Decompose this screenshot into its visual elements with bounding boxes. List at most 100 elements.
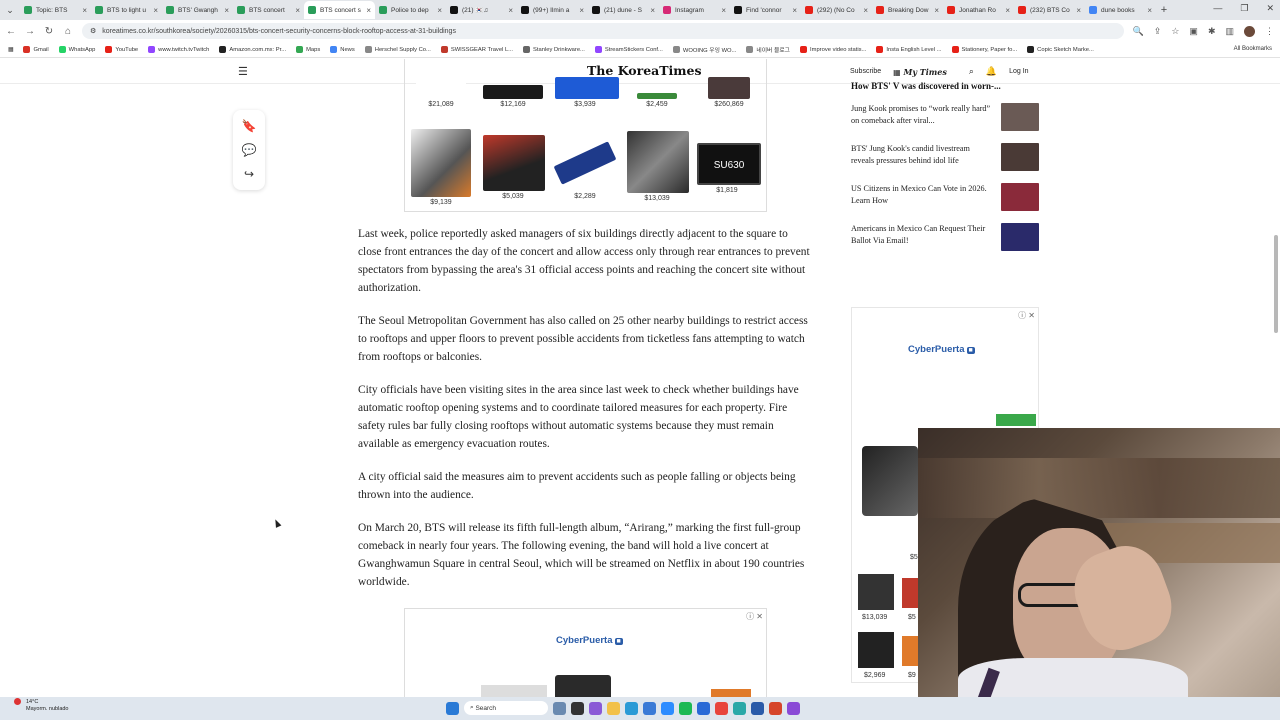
store-icon[interactable] [643, 701, 656, 715]
file-explorer-icon[interactable] [607, 701, 620, 715]
back-icon[interactable]: ← [6, 26, 16, 37]
bookmark-item[interactable]: Copic Sketch Marke... [1027, 46, 1094, 53]
bookmark-item[interactable]: Amazon.com.mx: Pr... [219, 46, 286, 53]
browser-tab[interactable]: Police to dep × [375, 1, 446, 19]
bottom-ad[interactable]: ⓘ ✕ CyberPuerta ■ [404, 608, 767, 697]
subscribe-link[interactable]: Subscribe [850, 68, 881, 75]
reload-icon[interactable]: ↻ [44, 26, 54, 37]
hamburger-menu-icon[interactable]: ☰ [238, 65, 248, 78]
rail-item[interactable]: BTS' Jung Kook's candid livestream revea… [851, 143, 1039, 171]
browser-tab[interactable]: Topic: BTS × [20, 1, 91, 19]
bookmark-item[interactable]: www.twitch.tvTwitch [148, 46, 209, 53]
ad-close-icon[interactable]: ⓘ ✕ [746, 611, 763, 622]
app-icon[interactable] [787, 701, 800, 715]
menu-icon[interactable]: ⋮ [1265, 26, 1274, 37]
minimize-icon[interactable]: — [1213, 3, 1222, 14]
rail-item[interactable]: US Citizens in Mexico Can Vote in 2026. … [851, 183, 1039, 211]
tab-close-icon[interactable]: × [579, 6, 584, 15]
tab-close-icon[interactable]: × [508, 6, 513, 15]
apps-icon[interactable]: ▦ [8, 47, 13, 53]
rail-item[interactable]: Jung Kook promises to “work really hard”… [851, 103, 1039, 131]
zoom-app-icon[interactable] [661, 701, 674, 715]
rail-item[interactable]: Americans in Mexico Can Request Their Ba… [851, 223, 1039, 251]
zoom-icon[interactable]: 🔍 [1133, 26, 1144, 37]
chrome-icon[interactable] [715, 701, 728, 715]
tab-close-icon[interactable]: × [934, 6, 939, 15]
tab-close-icon[interactable]: × [1076, 6, 1081, 15]
mytimes-link[interactable]: ▦ My Times [893, 67, 947, 77]
bookmark-item[interactable]: Insta English Level ... [876, 46, 942, 53]
browser-tab[interactable]: BTS' Gwangh × [162, 1, 233, 19]
tab-close-icon[interactable]: × [721, 6, 726, 15]
bookmark-item[interactable]: Maps [296, 46, 320, 53]
home-icon[interactable]: ⌂ [63, 26, 73, 37]
site-info-icon[interactable]: ⚙ [90, 27, 96, 35]
tab-close-icon[interactable]: × [1147, 6, 1152, 15]
browser-tab[interactable]: BTS concert × [233, 1, 304, 19]
ad-close-icon[interactable]: ⓘ ✕ [1018, 310, 1035, 321]
copilot-icon[interactable] [589, 701, 602, 715]
app-icon[interactable] [751, 701, 764, 715]
taskbar-search[interactable]: ⌕ Search [464, 701, 548, 715]
bookmark-item[interactable]: Improve video statis... [800, 46, 866, 53]
bookmark-item[interactable]: Herschel Supply Co... [364, 46, 431, 53]
product-ad-grid[interactable]: $21,089 $12,169 $3,939 $2,459 $260,869 $… [404, 59, 767, 212]
bookmark-icon[interactable]: 🔖 [242, 119, 257, 133]
tab-close-icon[interactable]: × [437, 6, 442, 15]
browser-tab[interactable]: Jonathan Ro × [943, 1, 1014, 19]
browser-tab[interactable]: Breaking Dow × [872, 1, 943, 19]
bookmark-item[interactable]: YouTube [105, 46, 138, 53]
profile-avatar[interactable] [1244, 25, 1255, 37]
tab-close-icon[interactable]: × [863, 6, 868, 15]
bookmark-item[interactable]: Stationery, Paper fo... [951, 46, 1017, 53]
start-icon[interactable] [446, 701, 459, 715]
app-icon[interactable] [769, 701, 782, 715]
tab-close-icon[interactable]: × [792, 6, 797, 15]
share-icon[interactable]: ⇪ [1154, 26, 1162, 37]
new-tab-button[interactable]: + [1156, 4, 1172, 16]
bookmark-star-icon[interactable]: ☆ [1171, 26, 1179, 37]
browser-tab[interactable]: (99+) Ilmin a × [517, 1, 588, 19]
widgets-icon[interactable] [553, 701, 566, 715]
edge-icon[interactable] [625, 701, 638, 715]
tab-close-icon[interactable]: × [224, 6, 229, 15]
login-link[interactable]: Log In [1009, 68, 1028, 75]
tab-close-icon[interactable]: × [650, 6, 655, 15]
notification-bell-icon[interactable]: 🔔 [986, 66, 997, 77]
weather-widget[interactable]: 14°C Mayorm. nublado [14, 698, 69, 713]
browser-tab[interactable]: (21) 🇰🇷♫ × [446, 1, 517, 19]
bookmark-item[interactable]: News [330, 46, 355, 53]
browser-tab[interactable]: Find 'connor × [730, 1, 801, 19]
spotify-icon[interactable] [679, 701, 692, 715]
tab-close-icon[interactable]: × [366, 6, 371, 15]
tab-close-icon[interactable]: × [153, 6, 158, 15]
browser-tab[interactable]: BTS to light u × [91, 1, 162, 19]
page-scrollbar[interactable] [1274, 235, 1278, 333]
rail-headline[interactable]: How BTS' V was discovered in worn-... [851, 81, 1039, 91]
browser-tab[interactable]: (21) dune - S × [588, 1, 659, 19]
address-bar[interactable]: ⚙ koreatimes.co.kr/southkorea/society/20… [82, 23, 1124, 39]
tab-close-icon[interactable]: × [1005, 6, 1010, 15]
search-icon[interactable]: ⌕ [969, 66, 974, 77]
bookmark-item[interactable]: WOOING 우잉 WO... [672, 45, 736, 54]
comment-icon[interactable]: 💬 [242, 143, 257, 157]
extension-icon[interactable]: ▣ [1189, 26, 1198, 37]
bookmark-item[interactable]: StreamStickers Conf... [594, 46, 663, 53]
browser-tab[interactable]: dune books × [1085, 1, 1156, 19]
bookmark-item[interactable]: 네이버 블로그 [746, 45, 790, 54]
extensions-icon[interactable]: ✱ [1208, 26, 1216, 37]
browser-tab[interactable]: (232) BTS Co × [1014, 1, 1085, 19]
browser-tab[interactable]: (292) (No Co × [801, 1, 872, 19]
bookmark-item[interactable]: Gmail [23, 46, 49, 53]
browser-tab[interactable]: BTS concert s × [304, 1, 375, 19]
maximize-icon[interactable]: ❐ [1240, 3, 1248, 14]
app-icon[interactable] [733, 701, 746, 715]
bookmark-item[interactable]: SWISSGEAR Travel L... [440, 46, 513, 53]
sidepanel-icon[interactable]: ▥ [1225, 26, 1234, 37]
share-icon[interactable]: ↪ [244, 167, 254, 181]
calendar-icon[interactable] [697, 701, 710, 715]
all-bookmarks[interactable]: All Bookmarks [1234, 46, 1272, 52]
tab-close-icon[interactable]: × [295, 6, 300, 15]
bookmark-item[interactable]: WhatsApp [58, 46, 95, 53]
tab-close-icon[interactable]: × [82, 6, 87, 15]
